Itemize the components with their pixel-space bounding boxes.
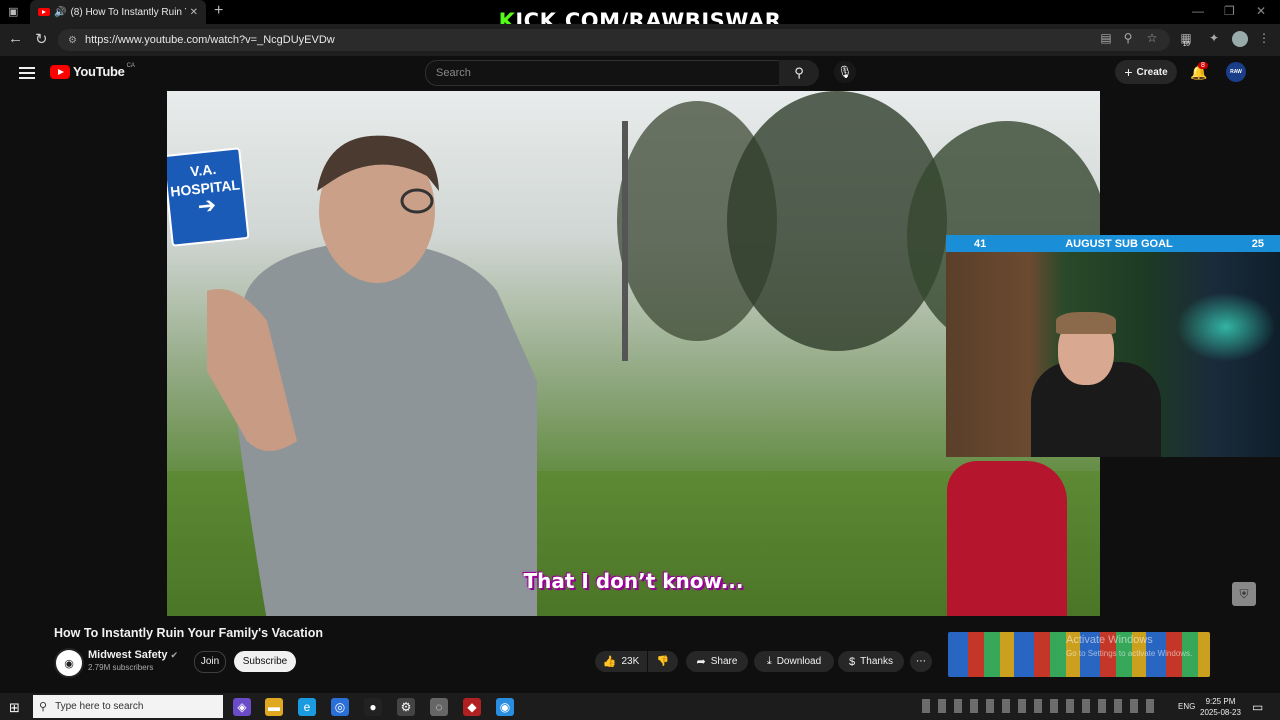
download-icon: ⤓ — [766, 655, 772, 667]
streamer-webcam — [946, 252, 1280, 457]
file-explorer-icon[interactable]: ▬ — [265, 698, 283, 716]
create-button[interactable]: + Create — [1115, 60, 1177, 84]
back-icon[interactable]: ← — [8, 30, 23, 47]
verified-icon: ✔ — [170, 650, 179, 660]
more-actions-icon[interactable]: ⋯ — [910, 651, 932, 672]
system-tray-icons[interactable] — [922, 699, 1162, 713]
activate-windows-watermark: Activate Windows — [1066, 634, 1153, 646]
goal-current: 41 — [974, 237, 987, 250]
youtube-logo[interactable]: YouTube CA — [50, 63, 135, 79]
led-glow — [1176, 292, 1276, 362]
thumbs-down-icon: 👎 — [656, 656, 670, 667]
windows-start-icon[interactable]: ⊞ — [9, 700, 20, 716]
obs-icon[interactable]: ● — [364, 698, 382, 716]
chrome-icon[interactable]: ◉ — [496, 698, 514, 716]
minimize-icon[interactable]: — — [1192, 4, 1204, 18]
goal-title: AUGUST SUB GOAL — [1065, 237, 1173, 250]
edge-browser-icon[interactable]: e — [298, 698, 316, 716]
download-button[interactable]: ⤓ Download — [754, 651, 834, 672]
youtube-play-icon — [50, 64, 70, 79]
maximize-icon[interactable]: ❐ — [1224, 4, 1235, 18]
channel-watermark-icon[interactable]: ⛨ — [1232, 582, 1256, 606]
thanks-button[interactable]: $ Thanks — [838, 651, 904, 672]
thanks-icon: $ — [849, 655, 856, 668]
search-icon: ⚲ — [39, 701, 48, 713]
reload-icon[interactable]: ↻ — [35, 30, 48, 48]
person-figure — [207, 135, 537, 616]
streamer-hair — [1056, 312, 1116, 334]
url-text: https://www.youtube.com/watch?v=_NcgDUyE… — [84, 34, 335, 46]
extension-puzzle-icon[interactable]: ✦ — [1206, 31, 1222, 47]
video-caption: That I don’t know... — [523, 569, 744, 593]
plus-icon: + — [1124, 64, 1133, 80]
notification-center-icon[interactable]: ▭ — [1252, 700, 1263, 714]
browser-menu-icon[interactable]: ⋮ — [1256, 31, 1272, 47]
close-window-icon[interactable]: ✕ — [1256, 4, 1266, 18]
share-button[interactable]: ➦ Share — [686, 651, 748, 672]
pole — [622, 121, 628, 361]
app-icon[interactable]: ◎ — [331, 698, 349, 716]
subscribe-button[interactable]: Subscribe — [234, 651, 296, 672]
microphone-icon[interactable]: 🎙 — [834, 61, 856, 83]
hospital-sign: V.A. HOSPITAL ➔ — [167, 147, 250, 247]
channel-avatar[interactable]: ◉ — [54, 648, 84, 678]
join-button[interactable]: Join — [194, 651, 226, 673]
bookmark-star-icon[interactable]: ☆ — [1144, 31, 1160, 47]
dislike-button[interactable]: 👎 — [648, 651, 678, 672]
profile-avatar[interactable] — [1232, 31, 1248, 47]
site-info-icon[interactable]: ⚙ — [68, 35, 77, 46]
goal-target: 25 — [1251, 237, 1264, 250]
thumbs-up-icon: 👍 — [602, 656, 617, 668]
search-icon[interactable]: ⚲ — [779, 60, 819, 86]
account-avatar[interactable]: RAW — [1226, 62, 1246, 82]
extensions-badge: 10 — [1183, 42, 1190, 48]
channel-name[interactable]: Midwest Safety ✔ — [88, 649, 178, 661]
sub-goal-bar: 41 AUGUST SUB GOAL 25 — [946, 235, 1280, 252]
video-title: How To Instantly Ruin Your Family's Vaca… — [54, 626, 323, 640]
app-icon[interactable]: ◌ — [430, 698, 448, 716]
zoom-icon[interactable]: ⚲ — [1120, 31, 1136, 47]
url-field[interactable]: ⚙ https://www.youtube.com/watch?v=_NcgDU… — [58, 29, 1170, 51]
taskbar-search-input[interactable]: ⚲ Type here to search — [33, 695, 223, 718]
copilot-icon[interactable]: ◈ — [233, 698, 251, 716]
settings-icon[interactable]: ⚙ — [397, 698, 415, 716]
language-indicator[interactable]: ENG — [1178, 702, 1195, 711]
app-icon[interactable]: ◆ — [463, 698, 481, 716]
search-input[interactable]: Search — [425, 60, 780, 86]
subscriber-count: 2.79M subscribers — [88, 663, 154, 672]
like-button[interactable]: 👍 23K — [595, 651, 647, 672]
activate-windows-subtext: Go to Settings to activate Windows. — [1066, 649, 1193, 658]
install-app-icon[interactable]: ▤ — [1098, 31, 1114, 47]
hamburger-menu-icon[interactable] — [19, 64, 35, 82]
taskbar-clock[interactable]: 9:25 PM 2025-08-23 — [1200, 696, 1241, 718]
share-icon: ➦ — [696, 656, 706, 668]
notification-badge: 8 — [1198, 62, 1208, 69]
